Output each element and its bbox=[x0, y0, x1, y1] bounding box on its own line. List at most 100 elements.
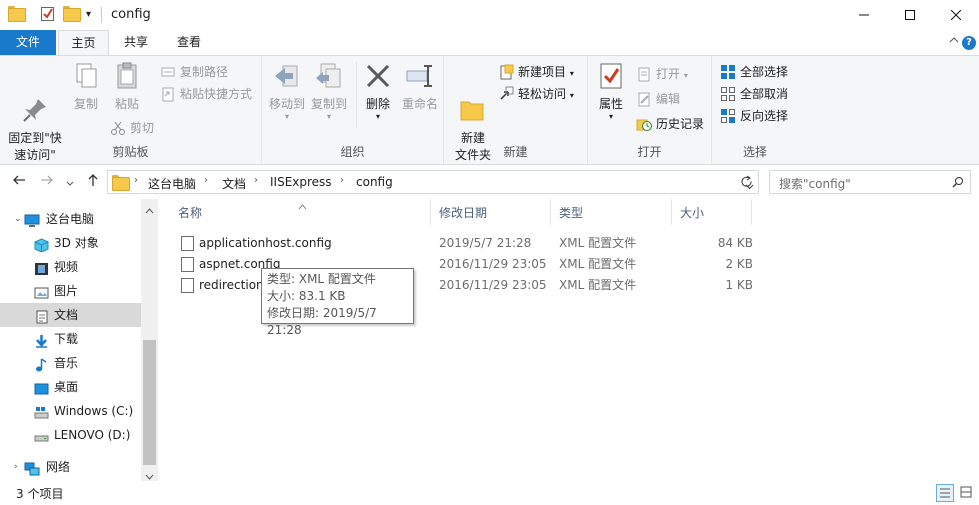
details-view-button[interactable] bbox=[936, 484, 954, 502]
nav-item-drive-c[interactable]: Windows (C:) bbox=[0, 399, 141, 423]
column-header-date[interactable]: 修改日期 bbox=[431, 199, 551, 225]
refresh-icon[interactable] bbox=[740, 175, 753, 191]
tab-file[interactable]: 文件 bbox=[0, 30, 56, 55]
expand-chevron-icon[interactable]: › bbox=[14, 455, 18, 479]
select-all-icon bbox=[720, 64, 736, 80]
copy-button[interactable]: 复制 bbox=[68, 60, 104, 113]
breadcrumb-separator-icon[interactable]: › bbox=[134, 175, 138, 186]
address-bar[interactable]: › 这台电脑 › 文档 › IISExpress › config bbox=[107, 170, 759, 194]
up-arrow-icon[interactable] bbox=[86, 173, 100, 191]
nav-scrollbar[interactable] bbox=[141, 199, 158, 481]
close-button[interactable] bbox=[933, 0, 979, 30]
copy-label: 复制 bbox=[73, 97, 98, 111]
copy-path-label: 复制路径 bbox=[180, 65, 229, 79]
nav-label: 3D 对象 bbox=[54, 236, 99, 250]
nav-label: Windows (C:) bbox=[54, 404, 134, 418]
breadcrumb-config[interactable]: config bbox=[356, 175, 393, 189]
paste-shortcut-button[interactable]: 粘贴快捷方式 bbox=[160, 84, 252, 104]
easy-access-button[interactable]: 轻松访问 ▾ bbox=[498, 84, 574, 104]
copy-to-icon bbox=[313, 60, 345, 92]
column-header-name[interactable]: 名称 bbox=[158, 199, 431, 225]
network-icon bbox=[24, 460, 40, 476]
scroll-up-icon[interactable] bbox=[145, 203, 154, 217]
open-button[interactable]: 打开 ▾ bbox=[636, 64, 688, 84]
file-type: XML 配置文件 bbox=[559, 236, 637, 250]
rename-button[interactable]: 重命名 bbox=[398, 60, 442, 113]
navigation-pane: ⌄ 这台电脑 3D 对象 视频 图片 文档 下载 音乐 桌面 Windows (… bbox=[0, 199, 158, 481]
nav-item-music[interactable]: 音乐 bbox=[0, 351, 141, 375]
properties-quick-icon[interactable] bbox=[40, 6, 56, 22]
config-file-icon bbox=[181, 236, 194, 251]
back-arrow-icon[interactable] bbox=[12, 173, 26, 191]
nav-item-documents[interactable]: 文档 bbox=[0, 303, 141, 327]
nav-item-downloads[interactable]: 下载 bbox=[0, 327, 141, 351]
rename-icon bbox=[404, 60, 436, 92]
download-arrow-icon bbox=[34, 332, 49, 348]
copy-path-icon bbox=[160, 64, 176, 80]
group-label-open: 打开 bbox=[637, 145, 662, 159]
item-count: 3 个项目 bbox=[16, 487, 64, 501]
edit-button[interactable]: 编辑 bbox=[636, 89, 680, 109]
copy-to-dropdown-icon: ▾ bbox=[326, 112, 331, 121]
organize-divider bbox=[356, 62, 357, 128]
nav-item-network[interactable]: › 网络 bbox=[0, 455, 141, 479]
history-button[interactable]: 历史记录 bbox=[636, 114, 704, 134]
breadcrumb-separator-icon[interactable]: › bbox=[254, 175, 258, 186]
forward-arrow-icon[interactable] bbox=[40, 173, 54, 191]
select-none-icon bbox=[720, 86, 736, 102]
select-none-button[interactable]: 全部取消 bbox=[720, 84, 788, 104]
recent-locations-dropdown-icon[interactable] bbox=[66, 175, 74, 191]
nav-label: 图片 bbox=[54, 284, 79, 298]
table-row[interactable]: applicationhost.config 2019/5/7 21:28 XM… bbox=[177, 233, 753, 254]
nav-item-pictures[interactable]: 图片 bbox=[0, 279, 141, 303]
quick-access-dropdown-icon[interactable]: ▾ bbox=[86, 9, 102, 25]
properties-button[interactable]: 属性 ▾ bbox=[592, 60, 630, 121]
move-to-icon bbox=[271, 60, 303, 92]
cut-button[interactable]: 剪切 bbox=[110, 118, 154, 138]
maximize-button[interactable] bbox=[887, 0, 933, 30]
delete-button[interactable]: 删除 ▾ bbox=[360, 60, 396, 121]
nav-label: LENOVO (D:) bbox=[54, 428, 131, 442]
file-type: XML 配置文件 bbox=[559, 257, 637, 271]
move-to-button[interactable]: 移动到 ▾ bbox=[266, 60, 308, 121]
tab-view[interactable]: 查看 bbox=[164, 30, 214, 55]
column-header-size[interactable]: 大小 bbox=[672, 199, 752, 225]
group-label-organize: 组织 bbox=[340, 145, 365, 159]
new-item-button[interactable]: 新建项目 ▾ bbox=[498, 62, 574, 82]
breadcrumb-documents[interactable]: 文档 bbox=[222, 175, 246, 192]
column-header-type[interactable]: 类型 bbox=[551, 199, 672, 225]
minimize-button[interactable] bbox=[841, 0, 887, 30]
paste-button[interactable]: 粘贴 bbox=[108, 60, 146, 113]
nav-label: 音乐 bbox=[54, 356, 79, 370]
nav-item-3d-objects[interactable]: 3D 对象 bbox=[0, 231, 141, 255]
history-icon bbox=[636, 116, 652, 132]
new-folder-quick-icon[interactable] bbox=[63, 6, 81, 22]
nav-scroll-thumb[interactable] bbox=[143, 340, 156, 465]
breadcrumb-separator-icon[interactable]: › bbox=[340, 175, 344, 186]
breadcrumb-this-pc[interactable]: 这台电脑 bbox=[148, 175, 196, 192]
picture-icon bbox=[34, 284, 49, 299]
collapse-chevron-icon[interactable]: ⌄ bbox=[14, 207, 22, 231]
large-icons-view-button[interactable] bbox=[958, 484, 976, 502]
tooltip-type: 类型: XML 配置文件 bbox=[267, 272, 376, 286]
nav-item-drive-d[interactable]: LENOVO (D:) bbox=[0, 423, 141, 447]
tab-home[interactable]: 主页 bbox=[58, 30, 109, 56]
nav-item-desktop[interactable]: 桌面 bbox=[0, 375, 141, 399]
nav-item-videos[interactable]: 视频 bbox=[0, 255, 141, 279]
ribbon-collapse-chevron-icon[interactable] bbox=[949, 34, 959, 47]
delete-label: 删除 bbox=[365, 97, 390, 111]
help-icon[interactable]: ? bbox=[962, 36, 976, 50]
select-all-label: 全部选择 bbox=[740, 65, 789, 79]
invert-selection-button[interactable]: 反向选择 bbox=[720, 106, 788, 126]
invert-selection-label: 反向选择 bbox=[740, 109, 789, 123]
tab-share[interactable]: 共享 bbox=[112, 30, 160, 55]
copy-path-button[interactable]: 复制路径 bbox=[160, 62, 228, 82]
search-icon[interactable] bbox=[952, 176, 964, 191]
copy-to-button[interactable]: 复制到 ▾ bbox=[308, 60, 350, 121]
breadcrumb-iisexpress[interactable]: IISExpress bbox=[270, 175, 332, 189]
group-new: 新建 文件夹 新建项目 ▾ 轻松访问 ▾ 新建 bbox=[444, 56, 588, 164]
breadcrumb-separator-icon[interactable]: › bbox=[204, 175, 208, 186]
select-all-button[interactable]: 全部选择 bbox=[720, 62, 788, 82]
nav-item-this-pc[interactable]: ⌄ 这台电脑 bbox=[0, 207, 141, 231]
search-input[interactable]: 搜索"config" bbox=[769, 170, 971, 194]
